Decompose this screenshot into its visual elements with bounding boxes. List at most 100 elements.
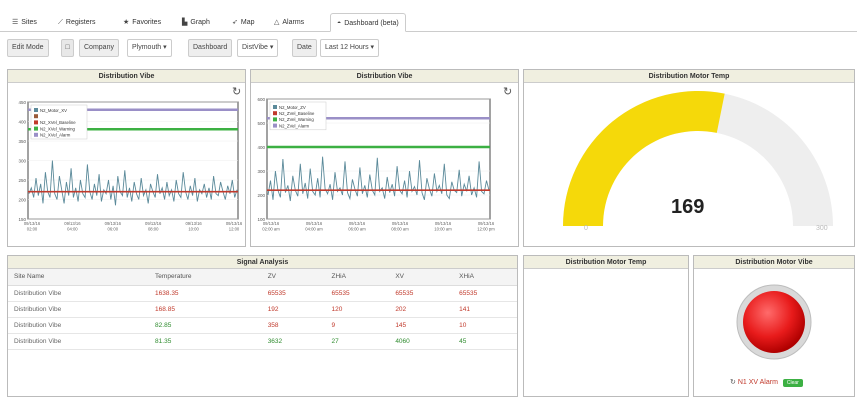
x-tick-label: 10:00 am [434, 227, 452, 232]
edit-mode-toggle[interactable]: □ [61, 39, 74, 57]
legend-swatch [34, 120, 38, 125]
alarm-light-lamp [743, 291, 805, 353]
clear-button[interactable]: Clear [782, 379, 803, 387]
legend-label: N2_Motor_ZV [279, 105, 306, 110]
legend-swatch [34, 126, 38, 131]
tab-sites[interactable]: ☰ Sites [6, 13, 43, 32]
column-header[interactable]: Temperature [149, 269, 262, 286]
site-cell: Distribution Vibe [8, 317, 150, 334]
column-header[interactable]: XHiA [453, 269, 517, 286]
panel-title: Signal Analysis [8, 256, 517, 269]
column-header[interactable]: ZV [261, 269, 326, 286]
tab-label: Alarms [282, 19, 305, 26]
x-tick-label: 04:00 [67, 227, 78, 232]
y-tick-label: 350 [18, 139, 26, 144]
legend-label: N2_XVel_Alarm [40, 133, 71, 138]
dashboard-toolbar: Edit Mode □ Company Plymouth ▾ Dashboard… [7, 39, 852, 57]
table-header-row: Site Name Temperature ZV ZHiA XV XHiA [8, 269, 517, 286]
x-tick-label: 09/13/16 [478, 221, 495, 226]
tab-label: Favorites [132, 19, 162, 26]
x-tick-label: 06:00 [108, 227, 119, 232]
x-tick-label: 09/13/16 [263, 221, 280, 226]
column-header[interactable]: ZHiA [325, 269, 390, 286]
company-label: Company [79, 39, 119, 57]
status-light [736, 284, 812, 360]
gauge-max-label: 300 [816, 225, 828, 232]
temperature-cell: 168.85 [149, 301, 262, 318]
legend-swatch [273, 123, 277, 128]
x-tick-label: 12:00 pm [477, 227, 495, 232]
x-tick-label: 04:00 am [305, 227, 323, 232]
x-tick-label: 09/13/16 [64, 221, 81, 226]
x-tick-label: 12:00 [229, 227, 240, 232]
temperature-cell: 81.35 [149, 333, 262, 350]
motor-temp-gauge-panel: Distribution Motor Temp 169 0 300 [523, 69, 855, 247]
site-cell: Distribution Vibe [8, 301, 150, 318]
xhia-cell: 141 [453, 301, 517, 318]
tab-map[interactable]: ➶ Map [226, 13, 261, 32]
xv-cell: 4060 [389, 333, 454, 350]
column-header[interactable]: XV [389, 269, 454, 286]
tab-label: Dashboard (beta) [344, 20, 399, 27]
tab-favorites[interactable]: ★ Favorites [117, 13, 167, 32]
x-tick-label: 09/13/16 [349, 221, 366, 226]
x-tick-label: 09/13/16 [24, 221, 41, 226]
tab-graph[interactable]: ▙ Graph [176, 13, 216, 32]
x-tick-label: 10:00 [188, 227, 199, 232]
vibe-line-chart-2: 60050040030020010009/13/1602:00 am09/13/… [257, 97, 495, 232]
alarm-status-row: ↻ N1 XV Alarm Clear [730, 378, 803, 387]
x-tick-label: 09/13/16 [105, 221, 122, 226]
nav-tabs: ☰ Sites ⟋ Registers ★ Favorites ▙ Graph ➶ Map… [0, 10, 857, 32]
x-tick-label: 08:00 [148, 227, 159, 232]
company-select[interactable]: Plymouth ▾ [127, 39, 172, 57]
motor-temp-panel-2: Distribution Motor Temp [523, 255, 689, 397]
xhia-cell: 45 [453, 333, 517, 350]
column-header[interactable]: Site Name [8, 269, 150, 286]
map-pin-icon: ➶ [232, 19, 238, 26]
x-tick-label: 06:00 am [348, 227, 366, 232]
legend-label: N2_ZVel_Baseline [279, 111, 315, 116]
legend-swatch [273, 105, 277, 109]
x-tick-label: 09/13/16 [226, 221, 243, 226]
signal-analysis-panel: Signal Analysis Site Name Temperature ZV… [7, 255, 518, 397]
panel-title: Distribution Vibe [8, 70, 245, 83]
date-select[interactable]: Last 12 Hours ▾ [320, 39, 380, 57]
tab-dashboard[interactable]: ◓ Dashboard (beta) [330, 13, 406, 32]
legend-swatch [273, 111, 277, 116]
dashboard-label: Dashboard [188, 39, 233, 57]
tab-registers[interactable]: ⟋ Registers [52, 13, 101, 32]
table-row: Distribution Vibe 168.85 192 120 202 141 [8, 301, 517, 318]
zhia-cell: 120 [325, 301, 390, 318]
y-tick-label: 500 [257, 121, 265, 126]
date-label: Date [292, 39, 317, 57]
y-tick-label: 300 [257, 169, 265, 174]
legend-label: N2_XVel_Baseline [40, 120, 76, 125]
site-cell: Distribution Vibe [8, 285, 150, 302]
reset-icon[interactable]: ↻ [730, 379, 736, 386]
x-tick-label: 02:00 [27, 227, 38, 232]
legend-label: N2_XVel_Warning [40, 126, 76, 131]
y-tick-label: 400 [257, 145, 265, 150]
x-tick-label: 09/13/16 [435, 221, 452, 226]
table-row: Distribution Vibe 1638.35 65535 65535 65… [8, 285, 517, 302]
x-tick-label: 09/13/16 [392, 221, 409, 226]
xhia-cell: 65535 [453, 285, 517, 302]
zv-cell: 192 [261, 301, 326, 318]
table-row: Distribution Vibe 82.85 358 9 145 10 [8, 317, 517, 334]
bar-chart-icon: ▙ [182, 19, 188, 26]
y-tick-label: 400 [18, 120, 26, 125]
temperature-cell: 1638.35 [149, 285, 262, 302]
tab-label: Sites [21, 19, 37, 26]
legend-swatch [34, 114, 38, 119]
list-icon: ☰ [12, 19, 19, 26]
dashboard-select[interactable]: DistVibe ▾ [237, 39, 279, 57]
signal-table: Site Name Temperature ZV ZHiA XV XHiA Di… [8, 269, 517, 350]
x-tick-label: 09/13/16 [185, 221, 202, 226]
x-tick-label: 09/13/16 [145, 221, 162, 226]
tab-alarms[interactable]: △ Alarms [268, 13, 310, 32]
y-tick-label: 600 [257, 97, 265, 102]
panel-title: Distribution Vibe [251, 70, 518, 83]
dashboard-icon: ◓ [337, 20, 342, 27]
tab-label: Map [240, 19, 255, 26]
gauge-min-label: 0 [584, 225, 588, 232]
